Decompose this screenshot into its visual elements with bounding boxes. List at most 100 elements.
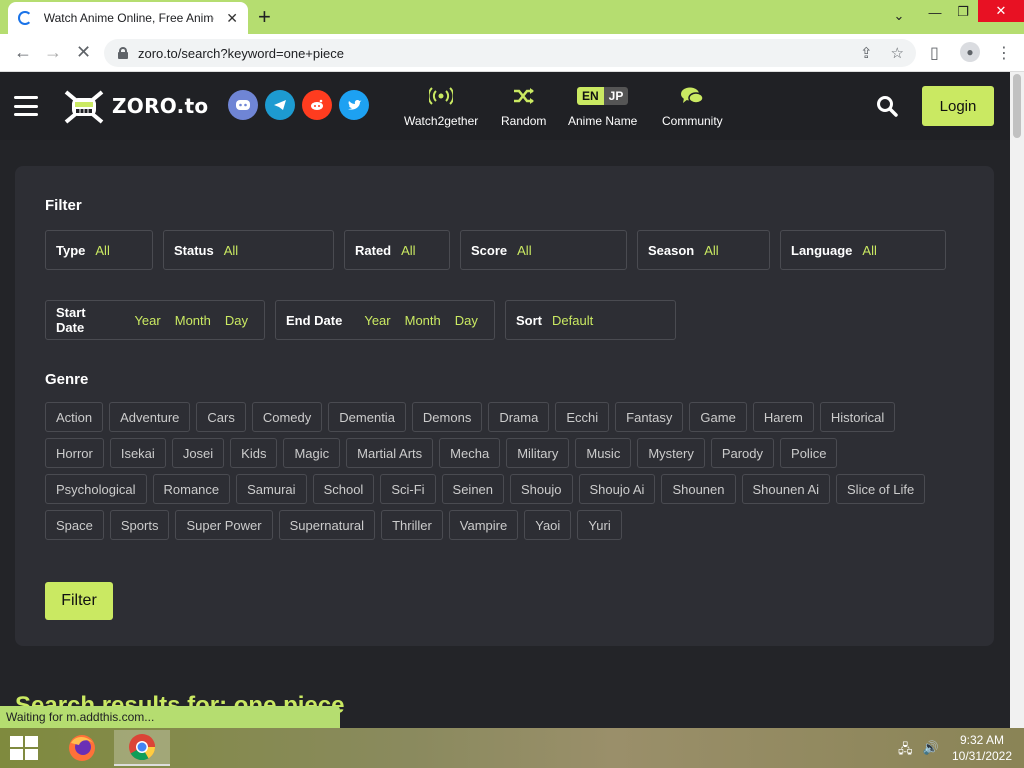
genre-chip-music[interactable]: Music (575, 438, 632, 468)
genre-chip-sci-fi[interactable]: Sci-Fi (380, 474, 436, 504)
page-scrollbar[interactable] (1010, 72, 1024, 728)
start-date-select[interactable]: Start Date Year Month Day (45, 300, 265, 340)
genre-chip-game[interactable]: Game (689, 402, 747, 432)
start-day-select[interactable]: Day (225, 313, 248, 328)
sort-select[interactable]: Sort Default (505, 300, 676, 340)
genre-chip-martial-arts[interactable]: Martial Arts (346, 438, 434, 468)
genre-chip-shoujo-ai[interactable]: Shoujo Ai (578, 474, 656, 504)
discord-icon[interactable] (228, 90, 258, 120)
menu-kebab-icon[interactable]: ⋮ (996, 43, 1012, 63)
genre-chip-horror[interactable]: Horror (45, 438, 104, 468)
windows-start-icon[interactable] (10, 736, 38, 760)
end-month-select[interactable]: Month (405, 313, 441, 328)
genre-chip-school[interactable]: School (312, 474, 375, 504)
rated-select[interactable]: Rated All (344, 230, 450, 270)
side-panel-icon[interactable]: ▯ (930, 43, 939, 63)
forward-arrow-icon[interactable]: → (44, 42, 62, 63)
genre-chip-romance[interactable]: Romance (152, 474, 231, 504)
genre-chip-mecha[interactable]: Mecha (439, 438, 501, 468)
chrome-icon[interactable] (114, 730, 170, 766)
search-icon[interactable] (876, 95, 898, 117)
close-window-button[interactable]: ✕ (978, 0, 1024, 22)
login-button[interactable]: Login (922, 86, 994, 126)
twitter-icon[interactable] (339, 90, 369, 120)
end-year-select[interactable]: Year (364, 313, 390, 328)
lang-en[interactable]: EN (577, 87, 604, 105)
genre-chip-sports[interactable]: Sports (109, 510, 170, 540)
start-month-select[interactable]: Month (175, 313, 211, 328)
close-tab-icon[interactable]: ✕ (226, 10, 238, 27)
back-arrow-icon[interactable]: ← (14, 42, 32, 63)
type-select[interactable]: Type All (45, 230, 153, 270)
volume-icon[interactable]: 🔊 (923, 740, 939, 762)
hamburger-menu-icon[interactable] (14, 96, 38, 116)
genre-chip-cars[interactable]: Cars (196, 402, 246, 432)
genre-chip-seinen[interactable]: Seinen (441, 474, 505, 504)
windows-taskbar: 🖧 🔊 9:32 AM 10/31/2022 (0, 728, 1024, 768)
genre-chip-action[interactable]: Action (45, 402, 104, 432)
nav-random[interactable]: Random (501, 84, 546, 128)
omnibox[interactable]: zoro.to/search?keyword=one+piece ⇪ ☆ (104, 39, 916, 67)
genre-chip-yuri[interactable]: Yuri (577, 510, 622, 540)
site-logo[interactable]: ZORO.to (62, 86, 208, 126)
genre-chip-fantasy[interactable]: Fantasy (615, 402, 684, 432)
genre-chip-supernatural[interactable]: Supernatural (278, 510, 376, 540)
genre-chip-thriller[interactable]: Thriller (381, 510, 443, 540)
score-select[interactable]: Score All (460, 230, 627, 270)
genre-chip-historical[interactable]: Historical (819, 402, 896, 432)
firefox-icon[interactable] (54, 730, 110, 766)
genre-chip-slice-of-life[interactable]: Slice of Life (836, 474, 926, 504)
genre-chip-harem[interactable]: Harem (752, 402, 814, 432)
reddit-icon[interactable] (302, 90, 332, 120)
share-icon[interactable]: ⇪ (860, 44, 873, 62)
genre-chip-parody[interactable]: Parody (710, 438, 775, 468)
genre-chip-yaoi[interactable]: Yaoi (524, 510, 572, 540)
season-select[interactable]: Season All (637, 230, 770, 270)
genre-chip-shounen[interactable]: Shounen (661, 474, 736, 504)
filter-button[interactable]: Filter (45, 582, 113, 620)
url-text[interactable]: zoro.to/search?keyword=one+piece (138, 46, 344, 61)
language-select[interactable]: Language All (780, 230, 946, 270)
genre-chip-adventure[interactable]: Adventure (109, 402, 191, 432)
genre-chip-shoujo[interactable]: Shoujo (510, 474, 573, 504)
genre-chip-space[interactable]: Space (45, 510, 104, 540)
telegram-icon[interactable] (265, 90, 295, 120)
browser-tab[interactable]: Watch Anime Online, Free Anime ✕ (8, 2, 248, 34)
minimize-button[interactable]: — (920, 0, 950, 24)
network-icon[interactable]: 🖧 (898, 740, 913, 762)
status-select[interactable]: Status All (163, 230, 334, 270)
lang-jp[interactable]: JP (603, 87, 629, 105)
genre-chip-military[interactable]: Military (506, 438, 570, 468)
lock-icon[interactable] (118, 47, 128, 59)
genre-chip-samurai[interactable]: Samurai (236, 474, 307, 504)
genre-chip-demons[interactable]: Demons (411, 402, 483, 432)
genre-chip-magic[interactable]: Magic (283, 438, 341, 468)
nav-watch2gether[interactable]: Watch2gether (404, 84, 478, 128)
restore-button[interactable]: ❐ (948, 0, 978, 24)
tab-search-chevron-icon[interactable]: ⌄ (884, 4, 914, 28)
genre-chip-shounen-ai[interactable]: Shounen Ai (741, 474, 831, 504)
genre-chip-dementia[interactable]: Dementia (328, 402, 406, 432)
profile-avatar-icon[interactable]: ● (960, 42, 980, 62)
taskbar-clock[interactable]: 9:32 AM 10/31/2022 (944, 732, 1020, 764)
genre-chip-comedy[interactable]: Comedy (251, 402, 323, 432)
genre-chip-josei[interactable]: Josei (171, 438, 225, 468)
nav-community[interactable]: Community (662, 84, 723, 128)
genre-chip-ecchi[interactable]: Ecchi (555, 402, 610, 432)
genre-chip-drama[interactable]: Drama (488, 402, 550, 432)
end-day-select[interactable]: Day (455, 313, 478, 328)
genre-chip-vampire[interactable]: Vampire (448, 510, 519, 540)
genre-chip-kids[interactable]: Kids (230, 438, 278, 468)
filter-value: All (517, 242, 532, 258)
genre-chip-mystery[interactable]: Mystery (637, 438, 705, 468)
genre-chip-police[interactable]: Police (780, 438, 838, 468)
genre-chip-psychological[interactable]: Psychological (45, 474, 147, 504)
genre-chip-isekai[interactable]: Isekai (109, 438, 166, 468)
stop-loading-icon[interactable]: ✕ (76, 42, 91, 63)
end-date-select[interactable]: End Date Year Month Day (275, 300, 495, 340)
genre-chip-super-power[interactable]: Super Power (175, 510, 273, 540)
start-year-select[interactable]: Year (134, 313, 160, 328)
bookmark-star-icon[interactable]: ☆ (891, 44, 904, 62)
nav-anime-name-toggle[interactable]: EN JP Anime Name (568, 84, 637, 128)
new-tab-button[interactable]: + (258, 4, 271, 30)
